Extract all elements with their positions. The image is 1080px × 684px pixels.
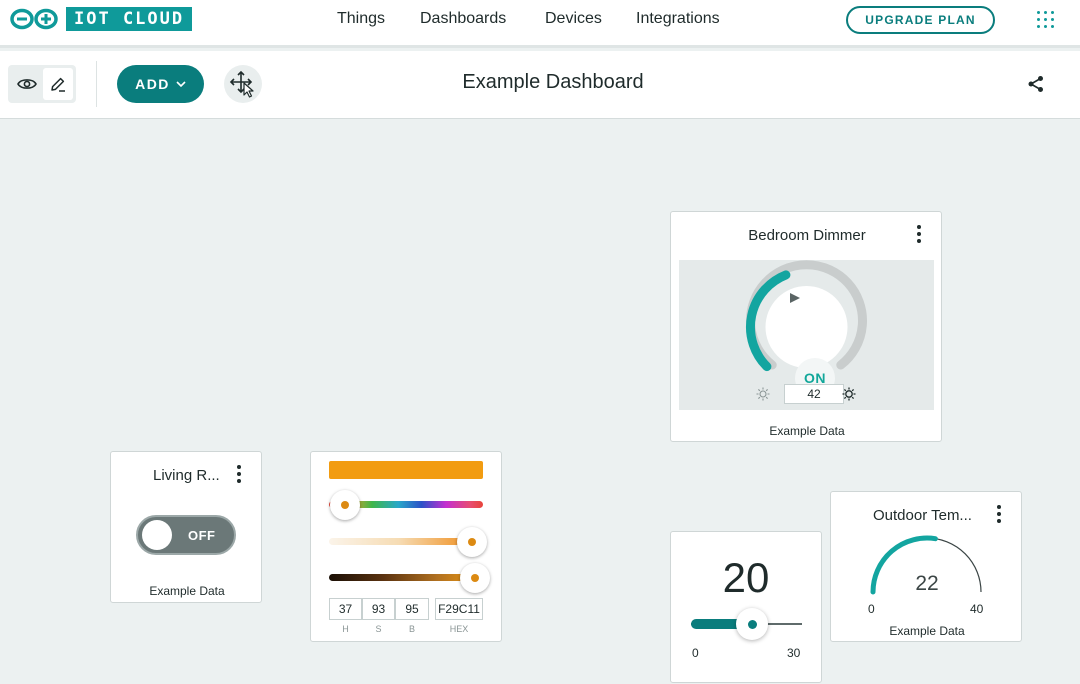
- switch-state-label: OFF: [188, 528, 216, 543]
- upgrade-plan-button[interactable]: UPGRADE PLAN: [846, 6, 995, 34]
- nav-integrations[interactable]: Integrations: [636, 0, 720, 38]
- arrange-widgets-button[interactable]: [224, 65, 262, 103]
- nav-dashboards[interactable]: Dashboards: [420, 0, 506, 38]
- widget-bedroom-dimmer[interactable]: Bedroom Dimmer ON 42 Example Data: [670, 211, 942, 442]
- sun-dim-icon[interactable]: [756, 387, 770, 401]
- widget-caption: Example Data: [769, 424, 845, 438]
- chevron-down-icon: [176, 81, 186, 87]
- dashboard-toolbar: ADD Example Dashboard: [0, 51, 1080, 119]
- widget-title: Bedroom Dimmer: [748, 227, 866, 244]
- widget-outdoor-temperature[interactable]: Outdoor Tem... 22 0 40 Example Data: [830, 491, 1022, 642]
- slider-min-label: 0: [692, 646, 699, 660]
- saturation-label: S: [375, 624, 382, 634]
- saturation-input[interactable]: 93: [362, 598, 395, 620]
- saturation-slider-knob[interactable]: [457, 527, 487, 557]
- widget-slider[interactable]: 20 0 30: [670, 531, 822, 683]
- color-preview-swatch: [329, 461, 483, 479]
- on-off-switch[interactable]: OFF: [136, 515, 236, 555]
- add-widget-button[interactable]: ADD: [117, 65, 204, 103]
- nav-devices[interactable]: Devices: [545, 0, 602, 38]
- share-button[interactable]: [1026, 74, 1046, 99]
- switch-knob: [142, 520, 172, 550]
- widget-caption: Example Data: [889, 624, 965, 638]
- hue-label: H: [342, 624, 349, 634]
- eye-icon: [17, 79, 37, 89]
- arrange-move-icon: [229, 70, 254, 98]
- slider-max-label: 30: [787, 646, 801, 660]
- widget-living-room-switch[interactable]: Living R... OFF Example Data: [110, 451, 262, 603]
- view-mode-button[interactable]: [12, 68, 42, 100]
- toolbar-divider: [96, 61, 97, 107]
- kebab-menu-icon[interactable]: [236, 465, 242, 483]
- view-mode-toggle: [8, 65, 76, 103]
- hue-slider-knob[interactable]: [330, 490, 360, 520]
- hue-input[interactable]: 37: [329, 598, 362, 620]
- hex-label: HEX: [449, 624, 469, 634]
- nav-things[interactable]: Things: [337, 0, 385, 38]
- kebab-menu-icon[interactable]: [916, 225, 922, 243]
- gauge-min-label: 0: [868, 602, 875, 616]
- widget-title: Living R...: [153, 467, 220, 484]
- widget-caption: Example Data: [149, 584, 225, 598]
- edit-icon: [51, 77, 65, 92]
- top-navigation-bar: IOT CLOUD Things Dashboards Devices Inte…: [0, 0, 1080, 48]
- brightness-label: B: [408, 624, 415, 634]
- share-icon: [1028, 76, 1043, 92]
- brand-text: IOT CLOUD: [66, 7, 193, 31]
- slider-knob[interactable]: [736, 608, 769, 640]
- slider-value: 20: [722, 554, 770, 601]
- brightness-input[interactable]: 42: [784, 384, 844, 404]
- gauge-value: 22: [915, 572, 939, 595]
- apps-grid-icon[interactable]: [1037, 11, 1055, 29]
- iot-cloud-logo[interactable]: IOT CLOUD: [8, 7, 193, 31]
- arduino-logo-icon: [10, 8, 58, 30]
- widget-color-picker[interactable]: 37 93 95 F29C11 H S B HEX: [310, 451, 502, 642]
- dimmer-control-area: ON 42: [679, 260, 934, 410]
- sun-bright-icon[interactable]: [842, 387, 856, 401]
- brightness-slider-knob[interactable]: [460, 563, 490, 593]
- dashboard-title: Example Dashboard: [462, 71, 644, 93]
- edit-mode-button[interactable]: [43, 68, 73, 100]
- hex-input[interactable]: F29C11: [435, 598, 483, 620]
- gauge-max-label: 40: [970, 602, 984, 616]
- brightness-input[interactable]: 95: [395, 598, 429, 620]
